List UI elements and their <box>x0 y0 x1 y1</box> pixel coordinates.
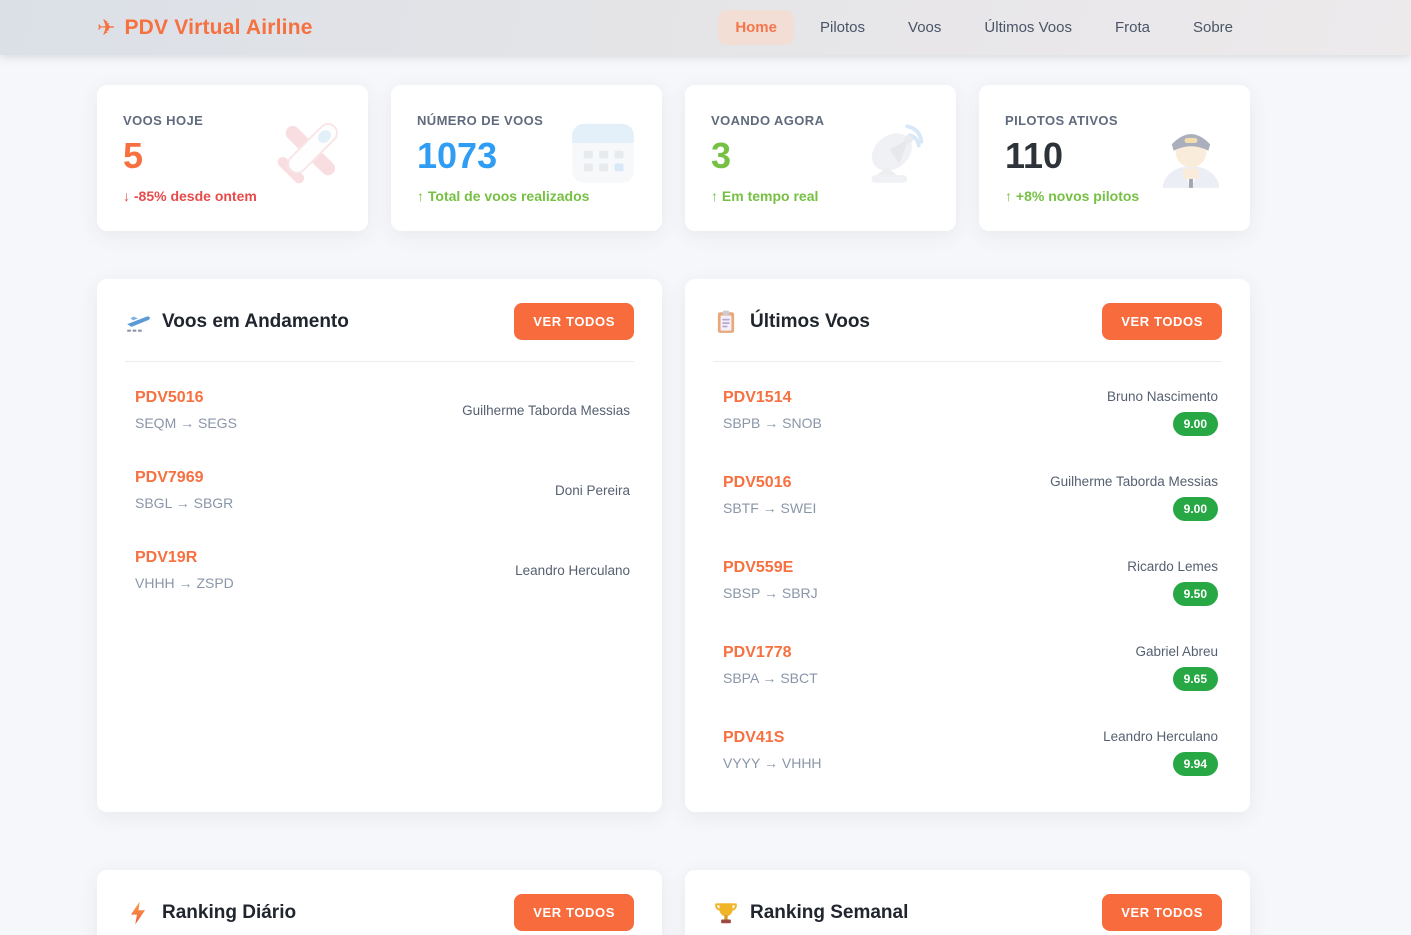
panel-header: Últimos Voos VER TODOS <box>713 303 1222 340</box>
clipboard-icon <box>713 309 739 335</box>
flight-row[interactable]: PDV559E SBSP → SBRJ Ricardo Lemes 9.50 <box>713 540 1222 625</box>
nav-item-pilotos[interactable]: Pilotos <box>803 10 882 45</box>
panel-header: Ranking Diário VER TODOS <box>125 894 634 931</box>
nav-item-frota[interactable]: Frota <box>1098 10 1167 45</box>
divider <box>125 361 634 362</box>
panel-title-text: Ranking Diário <box>162 902 296 924</box>
ver-todos-button[interactable]: VER TODOS <box>514 303 634 340</box>
flight-number: PDV1778 <box>723 644 818 662</box>
ver-todos-button[interactable]: VER TODOS <box>1102 894 1222 931</box>
pilot-name: Bruno Nascimento <box>1107 389 1218 404</box>
plane-takeoff-icon <box>125 309 151 335</box>
flight-row[interactable]: PDV7969 SBGL → SBGR Doni Pereira <box>125 450 634 530</box>
flight-route: VHHH → ZSPD <box>135 575 234 591</box>
panel-ranking-semanal: Ranking Semanal VER TODOS <box>685 870 1250 935</box>
ranking-panels: Ranking Diário VER TODOS Ranking Semanal <box>97 870 1250 935</box>
panel-title-text: Voos em Andamento <box>162 311 349 333</box>
flight-row[interactable]: PDV19R VHHH → ZSPD Leandro Herculano <box>125 530 634 610</box>
panel-title: Ranking Semanal <box>713 900 908 926</box>
flight-row[interactable]: PDV41S VYYY → VHHH Leandro Herculano 9.9… <box>713 710 1222 795</box>
score-badge: 9.65 <box>1173 667 1218 691</box>
ver-todos-button[interactable]: VER TODOS <box>1102 303 1222 340</box>
flight-row[interactable]: PDV1778 SBPA → SBCT Gabriel Abreu 9.65 <box>713 625 1222 710</box>
pilot-icon <box>1150 111 1232 193</box>
score-badge: 9.50 <box>1173 582 1218 606</box>
stat-card-numero-de-voos: NÚMERO DE VOOS 1073 ↑ Total de voos real… <box>391 85 662 231</box>
panel-voos-em-andamento: Voos em Andamento VER TODOS PDV5016 SEQM… <box>97 279 662 812</box>
satellite-icon <box>856 111 938 193</box>
ver-todos-button[interactable]: VER TODOS <box>514 894 634 931</box>
flight-number: PDV1514 <box>723 389 822 407</box>
flight-row[interactable]: PDV5016 SEQM → SEGS Guilherme Taborda Me… <box>125 370 634 450</box>
flight-number: PDV5016 <box>723 474 816 492</box>
flight-route: SBTF → SWEI <box>723 500 816 516</box>
lightning-icon <box>125 900 151 926</box>
pilot-name: Guilherme Taborda Messias <box>462 403 630 418</box>
score-badge: 9.00 <box>1173 412 1218 436</box>
flight-route: VYYY → VHHH <box>723 755 822 771</box>
plane-icon: ✈ <box>97 17 115 39</box>
brand-name: PDV Virtual Airline <box>124 16 312 40</box>
stat-card-voos-hoje: VOOS HOJE 5 ↓ -85% desde ontem <box>97 85 368 231</box>
flight-number: PDV41S <box>723 729 822 747</box>
panel-title-text: Últimos Voos <box>750 311 870 333</box>
top-navbar: ✈ PDV Virtual Airline Home Pilotos Voos … <box>0 0 1411 55</box>
flight-route: SBPB → SNOB <box>723 415 822 431</box>
main-nav: Home Pilotos Voos Últimos Voos Frota Sob… <box>718 10 1250 45</box>
flight-list-in-progress: PDV5016 SEQM → SEGS Guilherme Taborda Me… <box>125 370 634 610</box>
calendar-icon <box>562 111 644 193</box>
pilot-name: Gabriel Abreu <box>1135 644 1218 659</box>
pilot-name: Doni Pereira <box>555 483 630 498</box>
flight-number: PDV559E <box>723 559 818 577</box>
panel-title: Voos em Andamento <box>125 309 349 335</box>
stat-card-voando-agora: VOANDO AGORA 3 ↑ Em tempo real <box>685 85 956 231</box>
nav-item-sobre[interactable]: Sobre <box>1176 10 1250 45</box>
panel-header: Voos em Andamento VER TODOS <box>125 303 634 340</box>
pilot-name: Leandro Herculano <box>1103 729 1218 744</box>
pilot-name: Leandro Herculano <box>515 563 630 578</box>
flight-number: PDV19R <box>135 549 234 567</box>
flight-number: PDV5016 <box>135 389 237 407</box>
brand[interactable]: ✈ PDV Virtual Airline <box>97 16 313 40</box>
flight-route: SBPA → SBCT <box>723 670 818 686</box>
panel-title: Últimos Voos <box>713 309 870 335</box>
small-plane-icon <box>268 111 350 193</box>
nav-item-voos[interactable]: Voos <box>891 10 958 45</box>
panel-header: Ranking Semanal VER TODOS <box>713 894 1222 931</box>
nav-item-ultimos-voos[interactable]: Últimos Voos <box>967 10 1089 45</box>
flight-route: SEQM → SEGS <box>135 415 237 431</box>
trophy-icon <box>713 900 739 926</box>
panel-ultimos-voos: Últimos Voos VER TODOS PDV1514 SBPB → SN… <box>685 279 1250 812</box>
panel-title-text: Ranking Semanal <box>750 902 908 924</box>
flight-list-latest: PDV1514 SBPB → SNOB Bruno Nascimento 9.0… <box>713 370 1222 795</box>
panel-ranking-diario: Ranking Diário VER TODOS <box>97 870 662 935</box>
score-badge: 9.00 <box>1173 497 1218 521</box>
flight-row[interactable]: PDV1514 SBPB → SNOB Bruno Nascimento 9.0… <box>713 370 1222 455</box>
panel-title: Ranking Diário <box>125 900 296 926</box>
stats-row: VOOS HOJE 5 ↓ -85% desde ontem NÚMERO DE… <box>97 85 1250 231</box>
flight-number: PDV7969 <box>135 469 233 487</box>
flight-row[interactable]: PDV5016 SBTF → SWEI Guilherme Taborda Me… <box>713 455 1222 540</box>
stat-card-pilotos-ativos: PILOTOS ATIVOS 110 ↑ +8% novos pilotos <box>979 85 1250 231</box>
score-badge: 9.94 <box>1173 752 1218 776</box>
divider <box>713 361 1222 362</box>
flight-route: SBGL → SBGR <box>135 495 233 511</box>
main-panels: Voos em Andamento VER TODOS PDV5016 SEQM… <box>97 279 1250 812</box>
flight-route: SBSP → SBRJ <box>723 585 818 601</box>
pilot-name: Guilherme Taborda Messias <box>1050 474 1218 489</box>
pilot-name: Ricardo Lemes <box>1127 559 1218 574</box>
nav-item-home[interactable]: Home <box>718 10 794 45</box>
